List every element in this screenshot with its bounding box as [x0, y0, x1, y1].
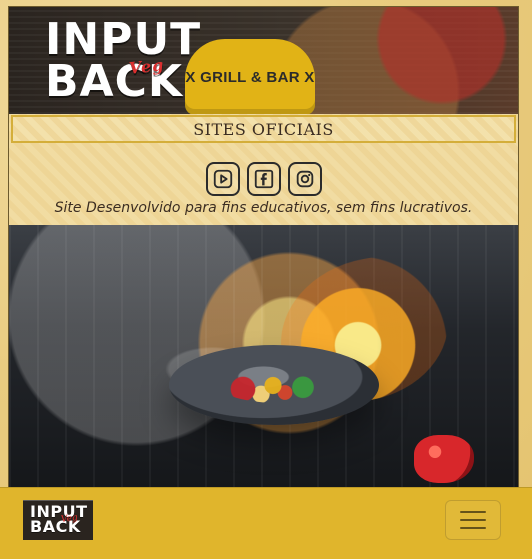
- disclaimer-text: Site Desenvolvido para fins educativos, …: [54, 200, 473, 216]
- social-links: [202, 160, 326, 198]
- official-sites-title: SITES OFICIAIS: [193, 119, 334, 139]
- youtube-icon: [213, 169, 233, 189]
- hamburger-icon: [460, 511, 486, 529]
- hero-banner: INPUT BACK Veg X GRILL & BAR X: [9, 7, 518, 114]
- navbar-logo[interactable]: INPUT BACK Veg: [23, 500, 93, 540]
- instagram-link[interactable]: [288, 162, 322, 196]
- navbar-logo-text: INPUT BACK: [30, 504, 87, 535]
- facebook-icon: [254, 169, 274, 189]
- page-frame: INPUT BACK Veg X GRILL & BAR X SITES OFI…: [8, 6, 519, 488]
- brand-logo-script: Veg: [128, 55, 166, 78]
- facebook-link[interactable]: [247, 162, 281, 196]
- official-sites-header: SITES OFICIAIS: [11, 115, 516, 143]
- brand-logo: INPUT BACK Veg: [45, 14, 205, 111]
- bottom-navbar: INPUT BACK Veg: [0, 487, 532, 559]
- kitchen-photo: [9, 225, 518, 487]
- menu-toggle-button[interactable]: [445, 500, 501, 540]
- grill-bar-badge: X GRILL & BAR X: [185, 39, 315, 114]
- instagram-icon: [296, 170, 314, 188]
- grill-bar-text: X GRILL & BAR X: [185, 68, 315, 86]
- youtube-link[interactable]: [206, 162, 240, 196]
- brand-logo-line1: INPUT: [45, 14, 202, 65]
- brand-logo-line2: BACK: [45, 55, 183, 107]
- food-graphic: [219, 368, 339, 403]
- pepper-graphic: [414, 435, 474, 483]
